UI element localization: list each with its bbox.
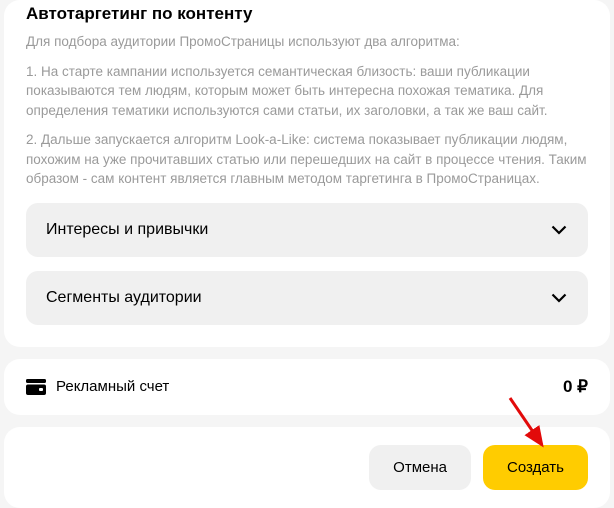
create-button[interactable]: Создать bbox=[483, 445, 588, 490]
actions-bar: Отмена Создать bbox=[4, 427, 610, 508]
account-card: Рекламный счет 0 ₽ bbox=[4, 359, 610, 415]
cancel-button[interactable]: Отмена bbox=[369, 445, 471, 490]
intro-text: Для подбора аудитории ПромоСтраницы испо… bbox=[26, 32, 588, 52]
account-info: Рекламный счет bbox=[26, 378, 169, 395]
paragraph-1: 1. На старте кампании используется семан… bbox=[26, 62, 588, 121]
accordion-interests-label: Интересы и привычки bbox=[46, 221, 208, 239]
accordion-segments-label: Сегменты аудитории bbox=[46, 289, 202, 307]
chevron-down-icon bbox=[550, 224, 568, 236]
account-label: Рекламный счет bbox=[56, 378, 169, 395]
accordion-segments[interactable]: Сегменты аудитории bbox=[26, 271, 588, 325]
targeting-section: Автотаргетинг по контенту Для подбора ау… bbox=[4, 0, 610, 347]
paragraph-2: 2. Дальше запускается алгоритм Look-a-Li… bbox=[26, 130, 588, 189]
accordion-interests[interactable]: Интересы и привычки bbox=[26, 203, 588, 257]
account-balance: 0 ₽ bbox=[563, 377, 588, 397]
section-title: Автотаргетинг по контенту bbox=[26, 4, 588, 24]
wallet-icon bbox=[26, 379, 46, 395]
chevron-down-icon bbox=[550, 292, 568, 304]
